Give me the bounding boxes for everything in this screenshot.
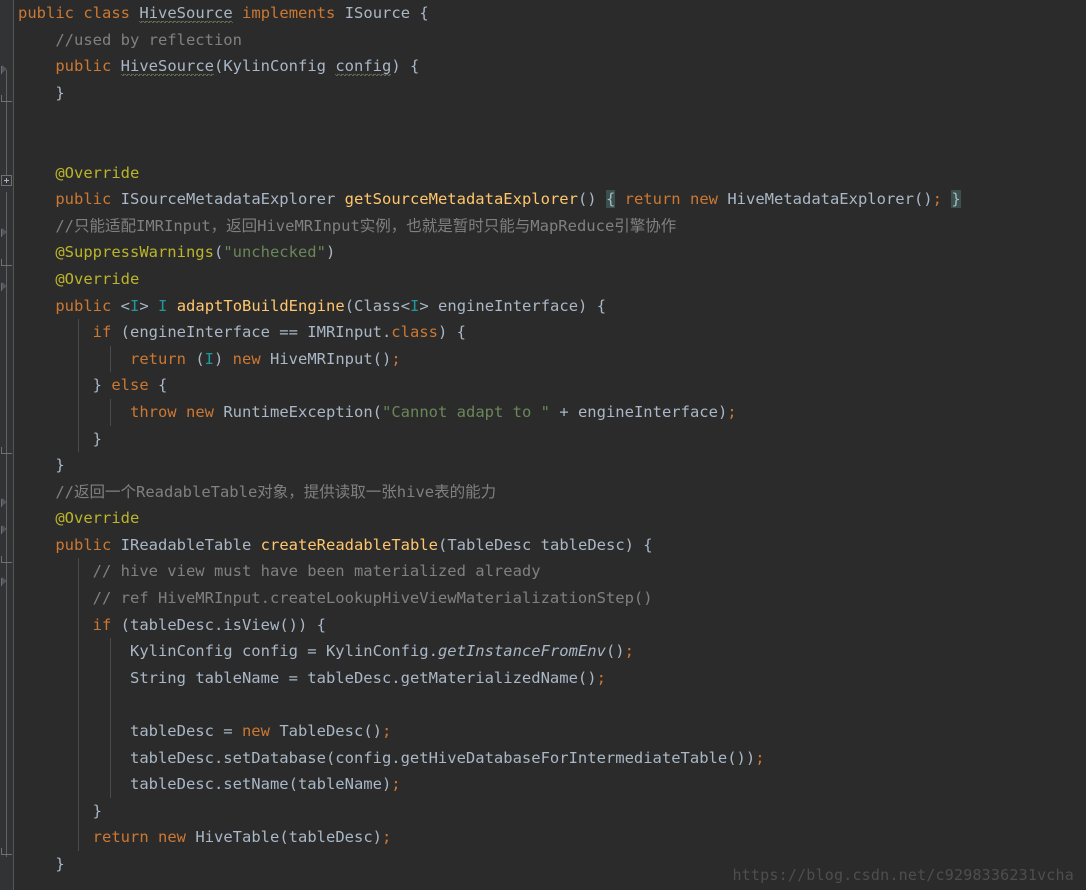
code-line[interactable]: } else { [14,372,1086,399]
code-line[interactable]: @Override [14,160,1086,187]
code-line[interactable]: public HiveSource(KylinConfig config) { [14,53,1086,80]
fold-marker-create-end[interactable] [1,848,12,855]
code-line[interactable]: public <I> I adaptToBuildEngine(Class<I>… [14,293,1086,320]
code-line[interactable]: } [14,425,1086,453]
fold-marker-create-start[interactable] [1,525,12,534]
fold-rail [6,452,7,527]
fold-marker-createreadable-region[interactable] [1,556,12,563]
code-line[interactable]: // hive view must have been materialized… [14,558,1086,586]
fold-marker-constructor-end[interactable] [1,95,12,102]
fold-rail [6,587,7,857]
code-line[interactable]: // ref HiveMRInput.createLookupHiveViewM… [14,585,1086,612]
code-line[interactable]: if (tableDesc.isView()) { [14,611,1086,639]
code-line[interactable]: public IReadableTable createReadableTabl… [14,532,1086,559]
code-line[interactable]: public class HiveSource implements ISour… [14,0,1086,27]
code-line[interactable]: } [14,80,1086,107]
code-line[interactable]: @Override [14,266,1086,293]
fold-marker-override-start[interactable] [1,498,12,507]
code-line[interactable]: throw new RuntimeException("Cannot adapt… [14,398,1086,426]
code-line[interactable]: tableDesc.setName(tableName); [14,771,1086,798]
editor-gutter[interactable] [0,0,14,890]
code-line[interactable]: //只能适配IMRInput，返回HiveMRInput实例，也就是暂时只能与M… [14,213,1086,240]
code-line[interactable]: @SuppressWarnings("unchecked") [14,239,1086,266]
code-line[interactable]: @Override [14,505,1086,532]
code-line[interactable]: public ISourceMetadataExplorer getSource… [14,186,1086,213]
csdn-watermark: https://blog.csdn.net/c9298336231vcha [732,866,1074,884]
plus-vertical-icon [6,178,7,183]
code-line[interactable] [14,133,1086,160]
code-line[interactable]: } [14,452,1086,479]
code-line[interactable] [14,106,1086,133]
fold-marker-suppresswarnings-start[interactable] [1,228,12,237]
fold-marker-adapt-start[interactable] [1,282,12,291]
fold-marker-suppresswarnings-end[interactable] [1,259,12,266]
code-line[interactable]: tableDesc.setDatabase(config.getHiveData… [14,744,1086,772]
code-line[interactable]: tableDesc = new TableDesc(); [14,718,1086,745]
fold-marker-comment-start[interactable] [1,577,12,586]
code-content[interactable]: public class HiveSource implements ISour… [14,0,1086,890]
fold-marker-adapt-end[interactable] [1,447,12,454]
code-line[interactable] [14,691,1086,719]
code-line[interactable]: if (engineInterface == IMRInput.class) { [14,319,1086,346]
code-editor-pane[interactable]: public class HiveSource implements ISour… [0,0,1086,890]
code-line[interactable]: return new HiveTable(tableDesc); [14,824,1086,851]
fold-marker-constructor-start[interactable] [1,65,12,74]
code-line[interactable]: //返回一个ReadableTable对象，提供读取一张hive表的能力 [14,479,1086,506]
code-line[interactable]: return (I) new HiveMRInput(); [14,345,1086,373]
fold-rail [6,297,7,452]
code-line[interactable]: String tableName = tableDesc.getMaterial… [14,664,1086,692]
fold-marker-collapsed-method[interactable] [1,175,12,186]
code-line[interactable]: } [14,797,1086,825]
code-line[interactable]: //used by reflection [14,27,1086,54]
fold-rail [6,100,7,180]
code-line[interactable]: KylinConfig config = KylinConfig.getInst… [14,638,1086,665]
